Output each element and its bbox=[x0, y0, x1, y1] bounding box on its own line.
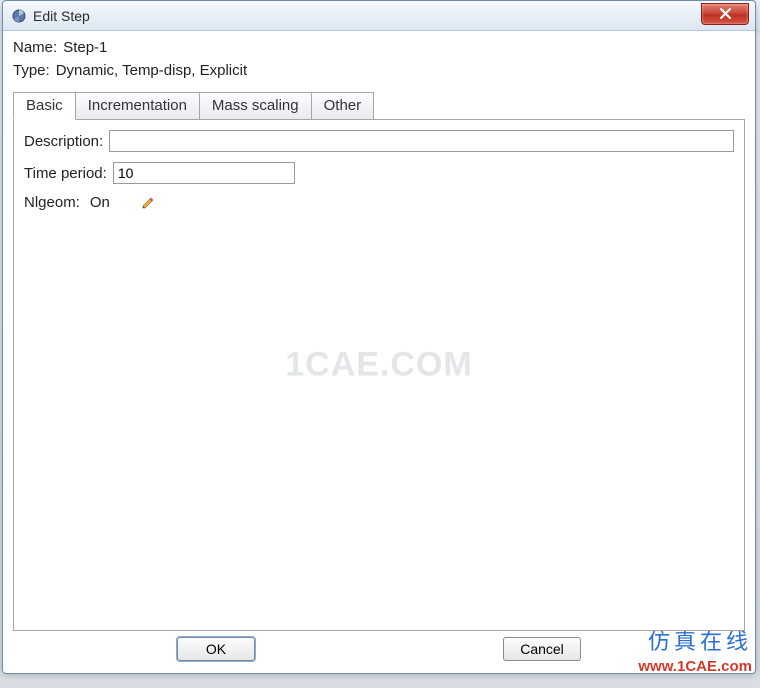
name-value: Step-1 bbox=[63, 39, 107, 56]
name-row: Name: Step-1 bbox=[13, 39, 745, 56]
nlgeom-value: On bbox=[90, 194, 110, 211]
tab-mass-scaling[interactable]: Mass scaling bbox=[199, 92, 312, 120]
edit-step-dialog: Edit Step Name: Step-1 Type: Dynamic, Te… bbox=[2, 0, 756, 674]
tab-basic[interactable]: Basic bbox=[13, 92, 76, 120]
nlgeom-row: Nlgeom: On bbox=[24, 194, 734, 211]
time-period-row: Time period: bbox=[24, 162, 734, 184]
client-area: Name: Step-1 Type: Dynamic, Temp-disp, E… bbox=[3, 31, 755, 673]
edit-nlgeom-button[interactable] bbox=[140, 195, 156, 211]
app-icon bbox=[11, 8, 27, 24]
name-label: Name: bbox=[13, 39, 57, 56]
close-button[interactable] bbox=[701, 3, 749, 25]
ok-button[interactable]: OK bbox=[177, 637, 255, 661]
tab-incrementation[interactable]: Incrementation bbox=[75, 92, 200, 120]
tab-strip: Basic Incrementation Mass scaling Other bbox=[13, 91, 745, 119]
type-value: Dynamic, Temp-disp, Explicit bbox=[56, 62, 247, 79]
description-label: Description: bbox=[24, 133, 103, 150]
pencil-icon bbox=[140, 195, 156, 211]
type-label: Type: bbox=[13, 62, 50, 79]
titlebar[interactable]: Edit Step bbox=[3, 1, 755, 31]
description-row: Description: bbox=[24, 130, 734, 152]
time-period-label: Time period: bbox=[24, 165, 107, 182]
tabpage-basic: Description: Time period: Nlgeom: On 1 bbox=[13, 119, 745, 631]
cancel-button[interactable]: Cancel bbox=[503, 637, 581, 661]
nlgeom-label: Nlgeom: bbox=[24, 194, 80, 211]
brand-url: www.1CAE.com bbox=[638, 657, 752, 677]
watermark: 1CAE.COM bbox=[285, 345, 472, 384]
close-icon bbox=[720, 8, 731, 19]
brand-overlay: 仿真在线 www.1CAE.com bbox=[638, 628, 752, 676]
time-period-input[interactable] bbox=[113, 162, 295, 184]
dialog-button-row: OK Cancel bbox=[13, 631, 745, 667]
description-input[interactable] bbox=[109, 130, 734, 152]
type-row: Type: Dynamic, Temp-disp, Explicit bbox=[13, 62, 745, 79]
brand-text-cn: 仿真在线 bbox=[638, 628, 752, 657]
window-title: Edit Step bbox=[33, 8, 701, 24]
tab-other[interactable]: Other bbox=[311, 92, 375, 120]
